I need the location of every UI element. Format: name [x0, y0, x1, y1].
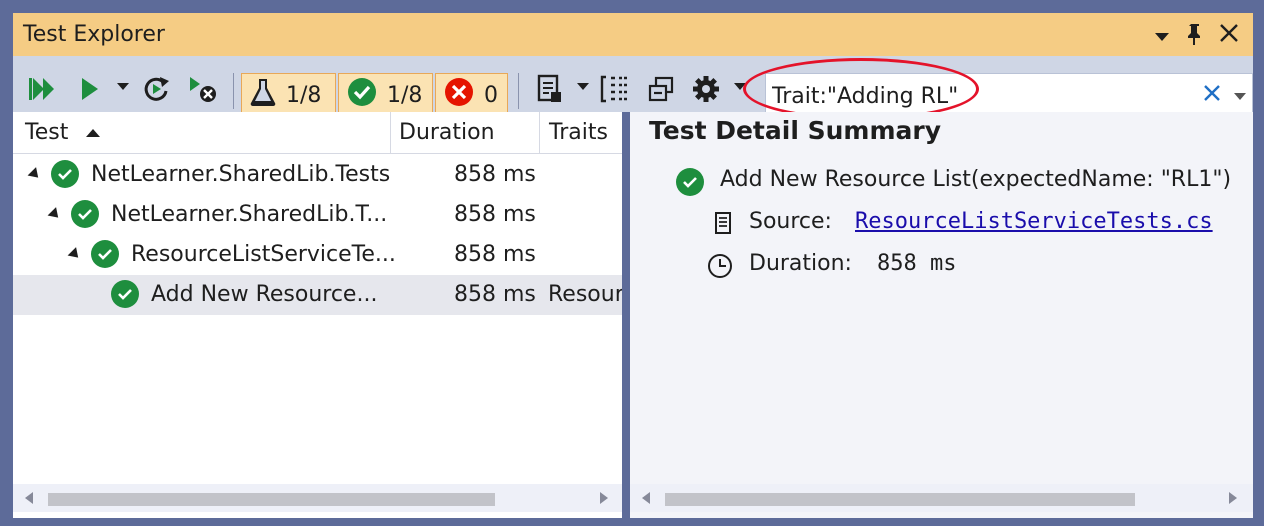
row-name: NetLearner.SharedLib.T... — [111, 202, 388, 227]
scroll-left-arrow-icon[interactable] — [25, 492, 33, 504]
column-test[interactable]: Test — [25, 120, 68, 145]
expand-arrow-icon[interactable] — [67, 247, 83, 262]
row-duration: 858 ms — [454, 202, 536, 227]
run-dropdown-chevron-icon[interactable] — [117, 83, 129, 90]
scroll-right-arrow-icon[interactable] — [600, 492, 608, 504]
run-icon[interactable] — [71, 69, 107, 109]
column-divider[interactable] — [539, 112, 540, 154]
failed-tests-filter[interactable]: 0 — [435, 73, 508, 117]
row-duration: 858 ms — [454, 282, 536, 307]
scroll-right-arrow-icon[interactable] — [1229, 492, 1237, 504]
tree-row-class[interactable]: ResourceListServiceTe... 858 ms — [13, 235, 622, 275]
horizontal-scrollbar[interactable] — [630, 484, 1253, 512]
failed-count: 0 — [484, 82, 498, 108]
column-duration[interactable]: Duration — [399, 120, 495, 145]
detail-title: Test Detail Summary — [649, 116, 941, 145]
tree-row-project[interactable]: NetLearner.SharedLib.Tests 858 ms — [13, 155, 622, 195]
pass-icon — [51, 160, 79, 188]
row-name: Add New Resource... — [151, 282, 378, 307]
column-divider[interactable] — [390, 112, 391, 154]
run-all-icon[interactable] — [25, 69, 61, 109]
expand-arrow-icon[interactable] — [27, 167, 43, 182]
row-name: NetLearner.SharedLib.Tests — [91, 162, 391, 187]
scrollbar-thumb[interactable] — [48, 493, 495, 506]
toolbar-separator — [518, 73, 519, 109]
collapse-all-icon[interactable] — [643, 69, 679, 109]
fail-icon — [444, 77, 474, 113]
source-label: Source: — [749, 209, 832, 234]
column-header: Test Duration Traits — [13, 112, 622, 154]
title-bar: Test Explorer — [13, 13, 1253, 56]
pass-icon — [71, 200, 99, 228]
pass-icon — [676, 168, 704, 196]
close-icon[interactable] — [1218, 22, 1240, 50]
row-name: ResourceListServiceTe... — [131, 242, 396, 267]
tree-row-namespace[interactable]: NetLearner.SharedLib.T... 858 ms — [13, 195, 622, 235]
scroll-left-arrow-icon[interactable] — [642, 492, 650, 504]
clear-search-icon[interactable] — [1202, 81, 1222, 109]
passed-tests-filter[interactable]: 1/8 — [338, 73, 433, 117]
expand-arrow-icon[interactable] — [47, 207, 63, 222]
horizontal-scrollbar[interactable] — [13, 484, 622, 512]
clock-icon — [706, 252, 734, 284]
test-explorer-window: Test Explorer 1/8 1/8 0 Trait:"Adding RL… — [13, 13, 1253, 518]
duration-value: 858 ms — [877, 251, 957, 276]
highlight-annotation — [743, 58, 979, 120]
source-file-link[interactable]: ResourceListServiceTests.cs — [855, 209, 1213, 234]
row-duration: 858 ms — [454, 242, 536, 267]
column-traits[interactable]: Traits — [549, 120, 608, 145]
duration-label: Duration: — [749, 251, 852, 276]
window-menu-chevron-icon[interactable] — [1153, 25, 1171, 50]
total-tests-filter[interactable]: 1/8 — [241, 73, 336, 117]
document-icon — [713, 212, 733, 238]
detail-test-name: Add New Resource List(expectedName: "RL1… — [720, 167, 1232, 192]
rerun-icon[interactable] — [139, 69, 175, 109]
search-history-chevron-icon[interactable] — [1234, 93, 1246, 100]
total-count: 1/8 — [286, 82, 322, 108]
cancel-run-icon[interactable] — [183, 69, 223, 109]
pane-splitter[interactable] — [622, 112, 630, 518]
test-detail-pane: Test Detail Summary Add New Resource Lis… — [630, 112, 1253, 518]
pass-icon — [347, 77, 377, 113]
scrollbar-thumb[interactable] — [665, 493, 1135, 506]
pass-icon — [111, 280, 139, 308]
passed-count: 1/8 — [387, 82, 423, 108]
row-duration: 858 ms — [454, 162, 536, 187]
sort-ascending-icon[interactable] — [86, 129, 100, 137]
pass-icon — [91, 240, 119, 268]
group-by-icon[interactable] — [598, 69, 634, 109]
row-traits: Resour — [548, 282, 622, 307]
flask-icon — [250, 77, 276, 113]
playlist-icon[interactable] — [531, 69, 567, 109]
window-title: Test Explorer — [23, 22, 165, 47]
pin-icon[interactable] — [1186, 22, 1204, 52]
playlist-dropdown-chevron-icon[interactable] — [577, 83, 589, 90]
toolbar-separator — [233, 73, 234, 109]
test-list-pane: Test Duration Traits NetLearner.SharedLi… — [13, 112, 622, 518]
tree-row-test-selected[interactable]: Add New Resource... 858 ms Resour — [13, 275, 622, 315]
gear-icon[interactable] — [688, 69, 724, 109]
